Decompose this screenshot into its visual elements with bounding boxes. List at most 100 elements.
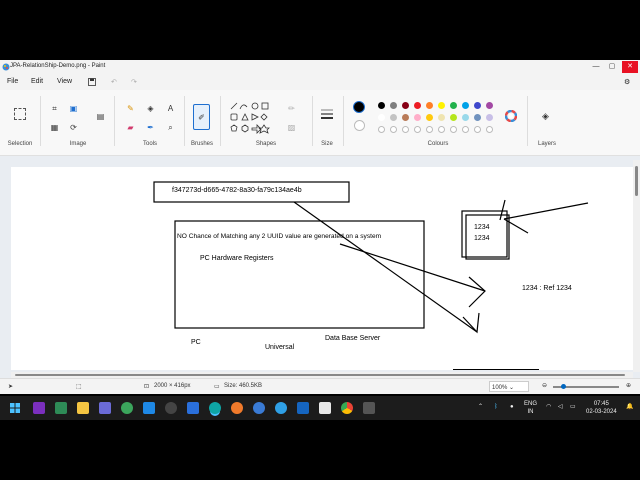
save-icon[interactable] bbox=[88, 78, 96, 88]
notepad-plus-icon[interactable] bbox=[55, 402, 67, 414]
color-swatch[interactable] bbox=[414, 102, 421, 109]
resize-icon[interactable]: ▣ bbox=[69, 104, 78, 113]
tray-overflow-icon[interactable]: ⌃ bbox=[478, 403, 483, 411]
paint-app-icon bbox=[2, 63, 10, 71]
custom-color-slot[interactable] bbox=[426, 126, 433, 133]
volume-icon[interactable]: ◁ bbox=[558, 403, 563, 411]
drawing-canvas[interactable]: f347273d-d665-4782-8a30-fa79c134ae4b NO … bbox=[11, 167, 633, 370]
start-icon[interactable] bbox=[10, 403, 20, 413]
app-icon[interactable] bbox=[187, 402, 199, 414]
secondary-color-swatch[interactable] bbox=[354, 120, 365, 131]
onenote-icon[interactable] bbox=[33, 402, 45, 414]
chrome-icon[interactable] bbox=[341, 402, 353, 414]
zoom-out-icon[interactable]: ⊖ bbox=[542, 382, 547, 389]
language-line-2: IN bbox=[527, 409, 534, 415]
app-icon[interactable] bbox=[99, 402, 111, 414]
rotate-icon[interactable]: ⟳ bbox=[69, 123, 78, 132]
image-options-icon[interactable]: ▤ bbox=[96, 112, 105, 121]
custom-color-slot[interactable] bbox=[414, 126, 421, 133]
settings-icon[interactable]: ⚙ bbox=[624, 78, 630, 86]
vertical-scrollbar[interactable] bbox=[633, 160, 640, 372]
eraser-icon[interactable]: ▰ bbox=[126, 123, 135, 132]
color-swatch[interactable] bbox=[486, 114, 493, 121]
close-button[interactable]: ✕ bbox=[622, 61, 638, 73]
color-swatch[interactable] bbox=[426, 114, 433, 121]
minimize-button[interactable]: — bbox=[588, 61, 604, 73]
color-swatch[interactable] bbox=[402, 102, 409, 109]
app-icon[interactable] bbox=[121, 402, 133, 414]
color-swatch[interactable] bbox=[402, 114, 409, 121]
custom-color-slot[interactable] bbox=[378, 126, 385, 133]
crop-icon[interactable]: ⌗ bbox=[50, 104, 59, 113]
horizontal-scroll-thumb[interactable] bbox=[15, 374, 625, 376]
redo-icon[interactable]: ↷ bbox=[131, 78, 137, 86]
fill-shape-icon[interactable]: ▨ bbox=[287, 123, 296, 132]
color-picker-icon[interactable]: ✒ bbox=[146, 123, 155, 132]
vertical-scroll-thumb[interactable] bbox=[635, 166, 638, 196]
arrow-head-ref bbox=[468, 276, 486, 308]
text-icon[interactable]: A bbox=[166, 104, 175, 113]
language-indicator[interactable]: ENG IN bbox=[524, 400, 537, 416]
color-swatch[interactable] bbox=[474, 114, 481, 121]
custom-color-slot[interactable] bbox=[438, 126, 445, 133]
custom-color-slot[interactable] bbox=[402, 126, 409, 133]
app-icon[interactable] bbox=[363, 402, 375, 414]
app-icon[interactable] bbox=[253, 402, 265, 414]
color-swatch[interactable] bbox=[378, 114, 385, 121]
brushes-icon[interactable]: ✐ bbox=[193, 104, 210, 130]
color-swatch[interactable] bbox=[462, 114, 469, 121]
app-icon[interactable] bbox=[231, 402, 243, 414]
vscode-icon[interactable] bbox=[143, 402, 155, 414]
menu-file[interactable]: File bbox=[7, 78, 18, 85]
custom-color-slot[interactable] bbox=[462, 126, 469, 133]
clock[interactable]: 07:45 02-03-2024 bbox=[586, 400, 617, 416]
custom-color-slot[interactable] bbox=[450, 126, 457, 133]
color-swatch[interactable] bbox=[438, 114, 445, 121]
selection-icon[interactable] bbox=[14, 108, 26, 120]
color-swatch[interactable] bbox=[450, 114, 457, 121]
menu-view[interactable]: View bbox=[57, 78, 72, 85]
maximize-button[interactable]: ▢ bbox=[604, 61, 620, 73]
layers-icon[interactable]: ◈ bbox=[541, 112, 550, 121]
wifi-icon[interactable]: ◠ bbox=[546, 403, 551, 411]
shapes-gallery[interactable] bbox=[229, 102, 277, 134]
undo-icon[interactable]: ↶ bbox=[111, 78, 117, 86]
custom-color-slot[interactable] bbox=[474, 126, 481, 133]
size-icon[interactable] bbox=[321, 108, 333, 120]
color-swatch[interactable] bbox=[462, 102, 469, 109]
paint-taskbar-icon[interactable] bbox=[209, 402, 221, 414]
color-swatch[interactable] bbox=[474, 102, 481, 109]
file-explorer-icon[interactable] bbox=[77, 402, 89, 414]
zoom-in-icon[interactable]: ⊕ bbox=[626, 382, 631, 389]
color-swatch[interactable] bbox=[390, 102, 397, 109]
menu-edit[interactable]: Edit bbox=[31, 78, 43, 85]
magnifier-icon[interactable]: ⌕ bbox=[166, 123, 175, 132]
pencil-icon[interactable]: ✎ bbox=[126, 104, 135, 113]
color-swatch[interactable] bbox=[378, 102, 385, 109]
canvas-drawing bbox=[153, 181, 589, 370]
color-swatch[interactable] bbox=[486, 102, 493, 109]
battery-icon[interactable]: ▭ bbox=[570, 403, 576, 411]
outline-icon[interactable]: ✏ bbox=[287, 104, 296, 113]
bluetooth-icon[interactable]: ᛒ bbox=[494, 403, 498, 411]
color-swatch[interactable] bbox=[450, 102, 457, 109]
mic-icon[interactable]: ● bbox=[510, 403, 514, 411]
color-swatch[interactable] bbox=[438, 102, 445, 109]
notification-icon[interactable]: 🔔 bbox=[626, 403, 633, 411]
color-swatch[interactable] bbox=[414, 114, 421, 121]
app-icon[interactable] bbox=[297, 402, 309, 414]
custom-color-slot[interactable] bbox=[486, 126, 493, 133]
zoom-dropdown[interactable]: 100% ⌄ bbox=[489, 381, 529, 392]
color-swatch[interactable] bbox=[390, 114, 397, 121]
custom-color-slot[interactable] bbox=[390, 126, 397, 133]
menu-bar: File Edit View ↶ ↷ ⚙ bbox=[0, 74, 640, 90]
app-icon[interactable] bbox=[319, 402, 331, 414]
edit-colors-icon[interactable] bbox=[505, 110, 517, 122]
app-icon[interactable] bbox=[165, 402, 177, 414]
fill-icon[interactable]: ◈ bbox=[146, 104, 155, 113]
color-swatch[interactable] bbox=[426, 102, 433, 109]
zoom-slider-thumb[interactable] bbox=[561, 384, 566, 389]
select-all-icon[interactable]: ▦ bbox=[50, 123, 59, 132]
edge-icon[interactable] bbox=[275, 402, 287, 414]
primary-color-swatch[interactable] bbox=[353, 101, 365, 113]
